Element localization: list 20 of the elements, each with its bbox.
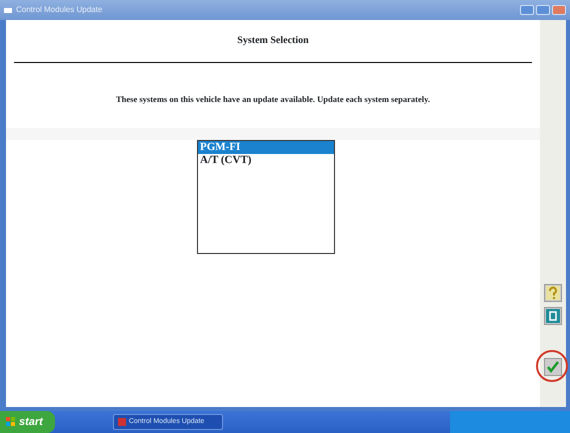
start-button[interactable]: start — [0, 411, 55, 433]
app-icon — [118, 418, 126, 426]
window-icon — [4, 8, 12, 12]
help-icon — [546, 286, 560, 300]
window-title: Control Modules Update — [16, 4, 102, 16]
ok-button[interactable] — [544, 358, 562, 376]
maximize-button[interactable] — [536, 5, 550, 15]
manual-button[interactable] — [544, 307, 562, 325]
section-title: System Selection — [236, 34, 310, 48]
system-item[interactable]: PGM-FI — [198, 140, 334, 154]
book-icon — [546, 309, 560, 323]
help-button[interactable] — [544, 284, 562, 302]
instruction-text: These systems on this vehicle have an update available. Update each system separately. — [114, 93, 432, 106]
system-item[interactable]: A/T (CVT) — [198, 154, 334, 167]
windows-logo-icon — [6, 417, 16, 427]
checkmark-icon — [546, 360, 560, 374]
highlight-ring — [536, 350, 568, 382]
minimize-button[interactable] — [520, 5, 534, 15]
close-button[interactable] — [552, 5, 566, 15]
system-list[interactable]: PGM-FI A/T (CVT) — [197, 140, 335, 254]
